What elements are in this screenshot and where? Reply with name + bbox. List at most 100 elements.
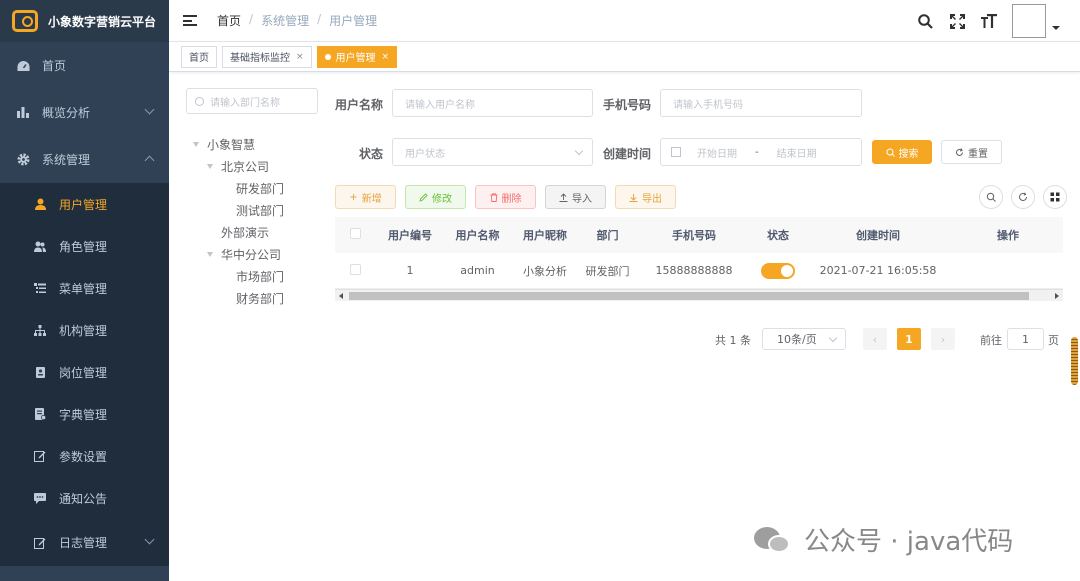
sidebar-item-label: 系统管理 — [42, 153, 91, 167]
tree-node[interactable]: 研发部门 — [186, 177, 284, 199]
sidebar-item-user-management[interactable]: 用户管理 — [0, 183, 169, 225]
status-select[interactable]: 用户状态 — [392, 138, 593, 166]
tree-node[interactable]: 外部演示 — [186, 221, 284, 243]
scrollbar-thumb[interactable] — [349, 292, 1029, 300]
date-range-picker[interactable]: 开始日期 - 结束日期 — [660, 138, 862, 166]
tree-node-label: 测试部门 — [236, 203, 285, 218]
vertical-scroll-handle[interactable] — [1071, 337, 1078, 385]
column-header[interactable]: 用户编号 — [375, 227, 445, 243]
add-button[interactable]: + 新增 — [335, 185, 396, 209]
wechat-icon — [754, 525, 792, 555]
tree-node[interactable]: 小象智慧 — [186, 133, 284, 155]
sidebar-item-label: 字典管理 — [59, 407, 108, 422]
sidebar-item-dict-management[interactable]: 字典管理 — [0, 393, 169, 435]
tree-node[interactable]: 市场部门 — [186, 265, 284, 287]
start-date-placeholder: 开始日期 — [697, 148, 737, 160]
tag-home[interactable]: 首页 — [181, 45, 217, 68]
cell-phone: 15888888888 — [655, 264, 733, 277]
scroll-right-icon[interactable] — [1055, 293, 1059, 299]
page-size-value: 10条/页 — [777, 333, 817, 346]
dept-search-input[interactable]: 请输入部门名称 — [186, 88, 318, 114]
refresh-button[interactable] — [1011, 185, 1035, 209]
page-size-select[interactable]: 10条/页 — [762, 328, 846, 350]
tag-user-management[interactable]: 用户管理 × — [316, 45, 398, 68]
sidebar-item-system[interactable]: 系统管理 — [0, 136, 169, 183]
column-header[interactable]: 手机号码 — [635, 227, 753, 243]
next-page-button[interactable]: › — [931, 328, 955, 350]
sidebar-item-notice[interactable]: 通知公告 — [0, 477, 169, 519]
status-placeholder: 用户状态 — [405, 148, 445, 160]
column-header[interactable]: 创建时间 — [803, 227, 953, 243]
plus-icon: + — [349, 191, 358, 203]
edit-icon — [419, 192, 428, 202]
cell-dept: 研发部门 — [585, 264, 630, 278]
message-icon — [33, 491, 47, 505]
log-icon — [33, 536, 47, 550]
sidebar-item-overview[interactable]: 概览分析 — [0, 89, 169, 136]
goto-page-value: 1 — [1022, 332, 1029, 346]
column-header[interactable]: 状态 — [753, 227, 803, 243]
edit-button[interactable]: 修改 — [405, 185, 466, 209]
sidebar-item-org-management[interactable]: 机构管理 — [0, 309, 169, 351]
column-header[interactable]: 用户昵称 — [510, 227, 580, 243]
pagination-total: 共 1 条 — [715, 334, 751, 347]
tag-label: 首页 — [189, 53, 209, 64]
status-switch[interactable] — [761, 262, 795, 279]
username-input[interactable]: 请输入用户名称 — [392, 89, 593, 117]
expand-icon[interactable] — [207, 251, 213, 257]
search-button[interactable]: 搜索 — [872, 140, 932, 164]
chevron-down-icon — [144, 104, 155, 115]
close-icon[interactable]: × — [296, 52, 304, 62]
toggle-search-button[interactable] — [979, 185, 1003, 209]
tree-node[interactable]: 华中分公司 — [186, 243, 284, 265]
font-size-icon[interactable] — [980, 12, 998, 30]
fullscreen-icon[interactable] — [948, 12, 966, 30]
export-button[interactable]: 导出 — [615, 185, 676, 209]
bar-chart-icon — [16, 106, 30, 120]
column-header[interactable]: 用户名称 — [445, 227, 510, 243]
prev-page-button[interactable]: ‹ — [863, 328, 887, 350]
import-button[interactable]: 导入 — [545, 185, 606, 209]
chevron-up-icon — [144, 155, 155, 166]
logo-icon — [12, 10, 38, 32]
tree-node[interactable]: 财务部门 — [186, 287, 284, 309]
sidebar-item-log-management[interactable]: 日志管理 — [0, 519, 169, 566]
logo[interactable]: 小象数字营销云平台 — [0, 0, 169, 42]
columns-button[interactable] — [1043, 185, 1067, 209]
page-number-button[interactable]: 1 — [897, 328, 921, 350]
close-icon[interactable]: × — [382, 52, 390, 62]
sidebar-item-menu-management[interactable]: 菜单管理 — [0, 267, 169, 309]
tag-basic-monitoring[interactable]: 基础指标监控 × — [222, 45, 312, 68]
sidebar-item-post-management[interactable]: 岗位管理 — [0, 351, 169, 393]
table-row[interactable]: 1 admin 小象分析 研发部门 15888888888 2021-07-21… — [335, 253, 1063, 289]
column-header[interactable]: 部门 — [580, 227, 635, 243]
tree-node[interactable]: 测试部门 — [186, 199, 284, 221]
expand-icon[interactable] — [207, 163, 213, 169]
system-submenu: 用户管理 角色管理 菜单管理 机构管理 岗位管理 字典管理 参数设置 通知公告 … — [0, 183, 169, 566]
chevron-down-icon — [144, 534, 155, 545]
delete-button[interactable]: 删除 — [475, 185, 536, 209]
sidebar-item-home[interactable]: 首页 — [0, 42, 169, 89]
search-button-label: 搜索 — [898, 148, 919, 160]
tree-node-label: 外部演示 — [221, 225, 270, 240]
row-checkbox[interactable] — [349, 263, 361, 275]
reset-button[interactable]: 重置 — [941, 140, 1002, 164]
sidebar-item-role-management[interactable]: 角色管理 — [0, 225, 169, 267]
goto-label: 前往 — [980, 334, 1002, 347]
goto-page-input[interactable]: 1 — [1007, 328, 1044, 350]
search-icon[interactable] — [916, 12, 934, 30]
horizontal-scrollbar[interactable] — [335, 289, 1063, 301]
tree-node-label: 小象智慧 — [207, 137, 256, 152]
sidebar-item-param-settings[interactable]: 参数设置 — [0, 435, 169, 477]
phone-input[interactable]: 请输入手机号码 — [660, 89, 862, 117]
avatar[interactable] — [1012, 4, 1046, 38]
expand-icon[interactable] — [193, 141, 199, 147]
breadcrumb-item-home[interactable]: 首页 — [217, 12, 241, 29]
scroll-left-icon[interactable] — [339, 293, 343, 299]
column-header[interactable]: 操作 — [953, 227, 1063, 243]
tree-node[interactable]: 北京公司 — [186, 155, 284, 177]
caret-down-icon[interactable] — [1052, 26, 1060, 30]
add-button-label: 新增 — [361, 193, 382, 205]
select-all-checkbox[interactable] — [349, 228, 361, 239]
hamburger-icon[interactable] — [183, 15, 197, 26]
